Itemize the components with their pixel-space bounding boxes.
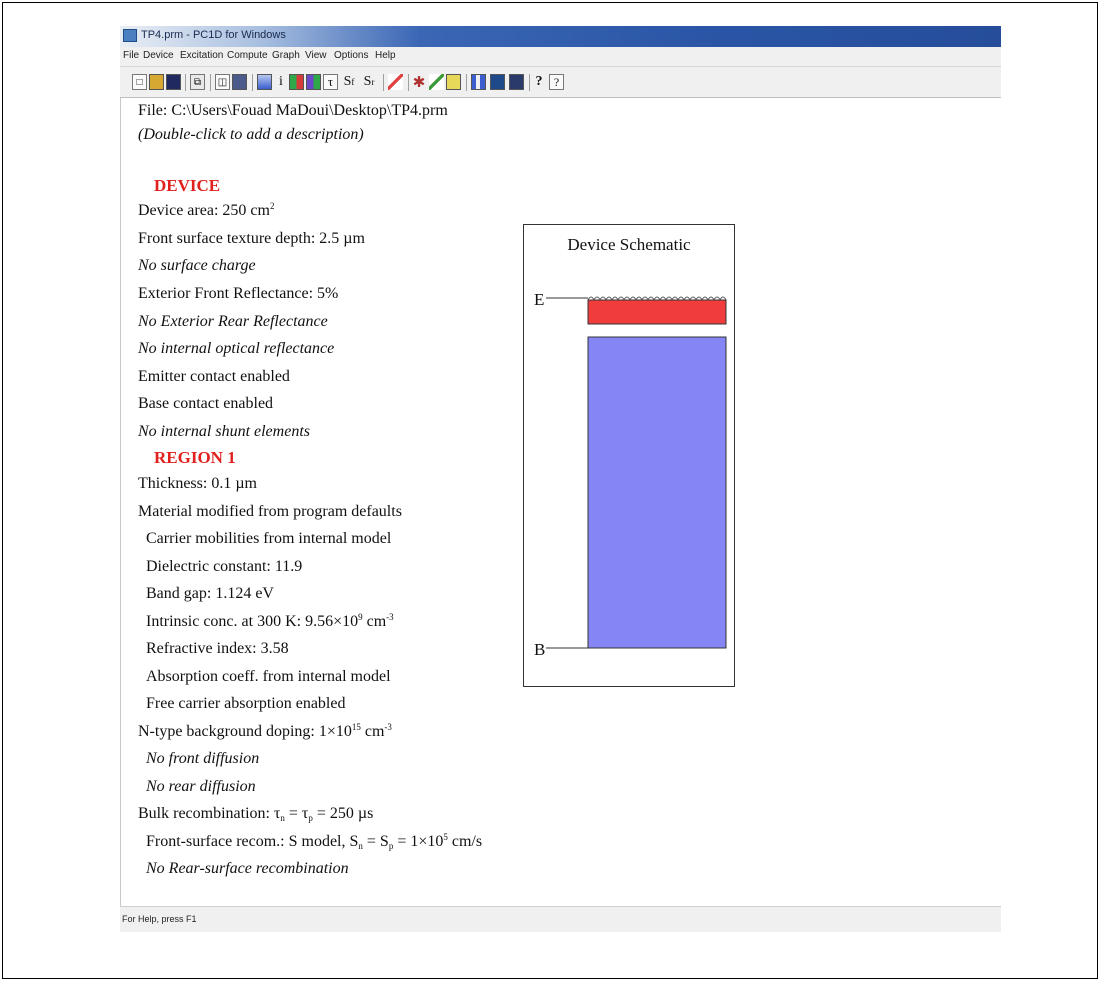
pc1d-window: TP4.prm - PC1D for Windows File Device E… [120, 26, 1001, 932]
bulk-mid: = τ [284, 805, 309, 822]
emitter-layer [587, 299, 727, 325]
menu-options[interactable]: Options [334, 50, 368, 61]
doping-exp: 15 [351, 722, 361, 732]
schematic-drawing: E B [534, 290, 727, 659]
emitter-contact[interactable]: Emitter contact enabled [138, 368, 290, 386]
device-area-text: Device area: 250 cm [138, 202, 270, 219]
background-doping[interactable]: N-type background doping: 1×1015 cm-3 [138, 723, 392, 741]
document-content[interactable]: File: C:\Users\Fouad MaDoui\Desktop\TP4.… [120, 98, 1001, 906]
region1-header: REGION 1 [154, 448, 236, 467]
status-bar: For Help, press F1 [120, 906, 1001, 932]
rear-diffusion[interactable]: No rear diffusion [146, 778, 256, 796]
save-icon[interactable] [166, 74, 181, 90]
toolbar-separator [383, 74, 384, 91]
toolbar-separator [529, 74, 530, 91]
menu-view[interactable]: View [305, 50, 327, 61]
s-rear-label: S [363, 74, 372, 89]
internal-reflectance[interactable]: No internal optical reflectance [138, 340, 334, 358]
device-header: DEVICE [154, 176, 221, 195]
refractive-index[interactable]: Refractive index: 3.58 [146, 640, 289, 658]
menu-graph[interactable]: Graph [272, 50, 300, 61]
doping-unit: cm [360, 723, 385, 740]
device-area[interactable]: Device area: 250 cm2 [138, 202, 274, 220]
toolbar-separator [210, 74, 211, 91]
print-preview-icon[interactable]: ◫ [215, 74, 230, 90]
front-recom-val: = 1×10 [393, 833, 444, 850]
view-results-icon[interactable] [490, 74, 505, 90]
view-graph-icon[interactable] [509, 74, 524, 90]
dielectric-constant[interactable]: Dielectric constant: 11.9 [146, 558, 302, 576]
band-gap[interactable]: Band gap: 1.124 eV [146, 585, 274, 603]
base-layer [587, 336, 727, 649]
front-recom-mid: = S [362, 833, 389, 850]
new-file-icon[interactable]: □ [132, 74, 147, 90]
rear-surface-recom[interactable]: No Rear-surface recombination [146, 860, 349, 878]
front-diffusion[interactable]: No front diffusion [146, 750, 259, 768]
window-title: TP4.prm - PC1D for Windows [141, 29, 286, 41]
front-recom-text: Front-surface recom.: S model, S [146, 833, 359, 850]
front-surface-s-icon[interactable]: Sf [340, 74, 358, 90]
menu-device[interactable]: Device [143, 50, 174, 61]
material[interactable]: Material modified from program defaults [138, 503, 402, 521]
doping-unit-exp: -3 [384, 722, 392, 732]
rear-reflectance[interactable]: No Exterior Rear Reflectance [138, 313, 328, 331]
intrinsic-conc[interactable]: Intrinsic conc. at 300 K: 9.56×109 cm-3 [146, 613, 394, 631]
emitter-label: E [534, 290, 544, 309]
print-icon[interactable] [232, 74, 247, 90]
toolbar-separator [466, 74, 467, 91]
toolbar-separator [408, 74, 409, 91]
thickness[interactable]: Thickness: 0.1 µm [138, 475, 257, 493]
file-path: File: C:\Users\Fouad MaDoui\Desktop\TP4.… [138, 102, 448, 119]
shunt-elements[interactable]: No internal shunt elements [138, 423, 310, 441]
toolbar: □ ⧉ ◫ i τ Sf Sr ✱ ? ? [120, 67, 1001, 98]
toolbar-separator [185, 74, 186, 91]
description-hint[interactable]: (Double-click to add a description) [138, 126, 364, 144]
toolbar-separator [252, 74, 253, 91]
excitation-chart-icon[interactable] [289, 74, 304, 90]
intrinsic-unit: cm [362, 613, 387, 630]
intrinsic-text: Intrinsic conc. at 300 K: 9.56×10 [146, 613, 359, 630]
run-single-icon[interactable]: ✱ [412, 74, 426, 91]
doping-text: N-type background doping: 1×10 [138, 723, 352, 740]
device-area-exp: 2 [269, 201, 275, 211]
intrinsic-unit-exp: -3 [386, 612, 394, 622]
info-icon[interactable]: i [276, 74, 286, 90]
absorption-coeff[interactable]: Absorption coeff. from internal model [146, 668, 391, 686]
context-help-icon[interactable]: ? [549, 74, 564, 90]
front-reflectance[interactable]: Exterior Front Reflectance: 5% [138, 285, 338, 303]
menu-compute[interactable]: Compute [227, 50, 268, 61]
copy-icon[interactable]: ⧉ [190, 74, 205, 90]
carrier-mobilities[interactable]: Carrier mobilities from internal model [146, 530, 391, 548]
graph-chart-icon[interactable] [306, 74, 321, 90]
s-front-label: S [343, 74, 352, 89]
app-icon [123, 29, 137, 42]
rear-surface-s-icon[interactable]: Sr [360, 74, 378, 90]
menu-excitation[interactable]: Excitation [180, 50, 223, 61]
menu-help[interactable]: Help [375, 50, 396, 61]
status-text: For Help, press F1 [122, 914, 197, 924]
bulk-recombination[interactable]: Bulk recombination: τn = τp = 250 µs [138, 805, 373, 823]
curve-icon[interactable] [388, 74, 403, 90]
view-schematic-icon[interactable] [471, 74, 486, 90]
bulk-value: = 250 µs [312, 805, 374, 822]
lifetime-tau-icon[interactable]: τ [323, 74, 338, 90]
front-surface-recom[interactable]: Front-surface recom.: S model, Sn = Sp =… [146, 833, 482, 851]
bulk-text: Bulk recombination: τ [138, 805, 281, 822]
free-carrier[interactable]: Free carrier absorption enabled [146, 695, 345, 713]
device-view-icon[interactable] [257, 74, 272, 90]
surface-charge[interactable]: No surface charge [138, 257, 256, 275]
run-step-icon[interactable] [446, 74, 461, 90]
base-contact[interactable]: Base contact enabled [138, 395, 273, 413]
menu-bar: File Device Excitation Compute Graph Vie… [120, 47, 1001, 67]
texture-depth[interactable]: Front surface texture depth: 2.5 µm [138, 230, 365, 248]
front-recom-unit: cm/s [447, 833, 483, 850]
help-icon[interactable]: ? [533, 74, 545, 90]
title-bar[interactable]: TP4.prm - PC1D for Windows [120, 26, 1001, 47]
menu-file[interactable]: File [123, 50, 139, 61]
run-batch-icon[interactable] [429, 74, 444, 90]
device-schematic[interactable]: Device Schematic E B [523, 224, 735, 687]
open-folder-icon[interactable] [149, 74, 164, 90]
base-label: B [534, 640, 545, 659]
